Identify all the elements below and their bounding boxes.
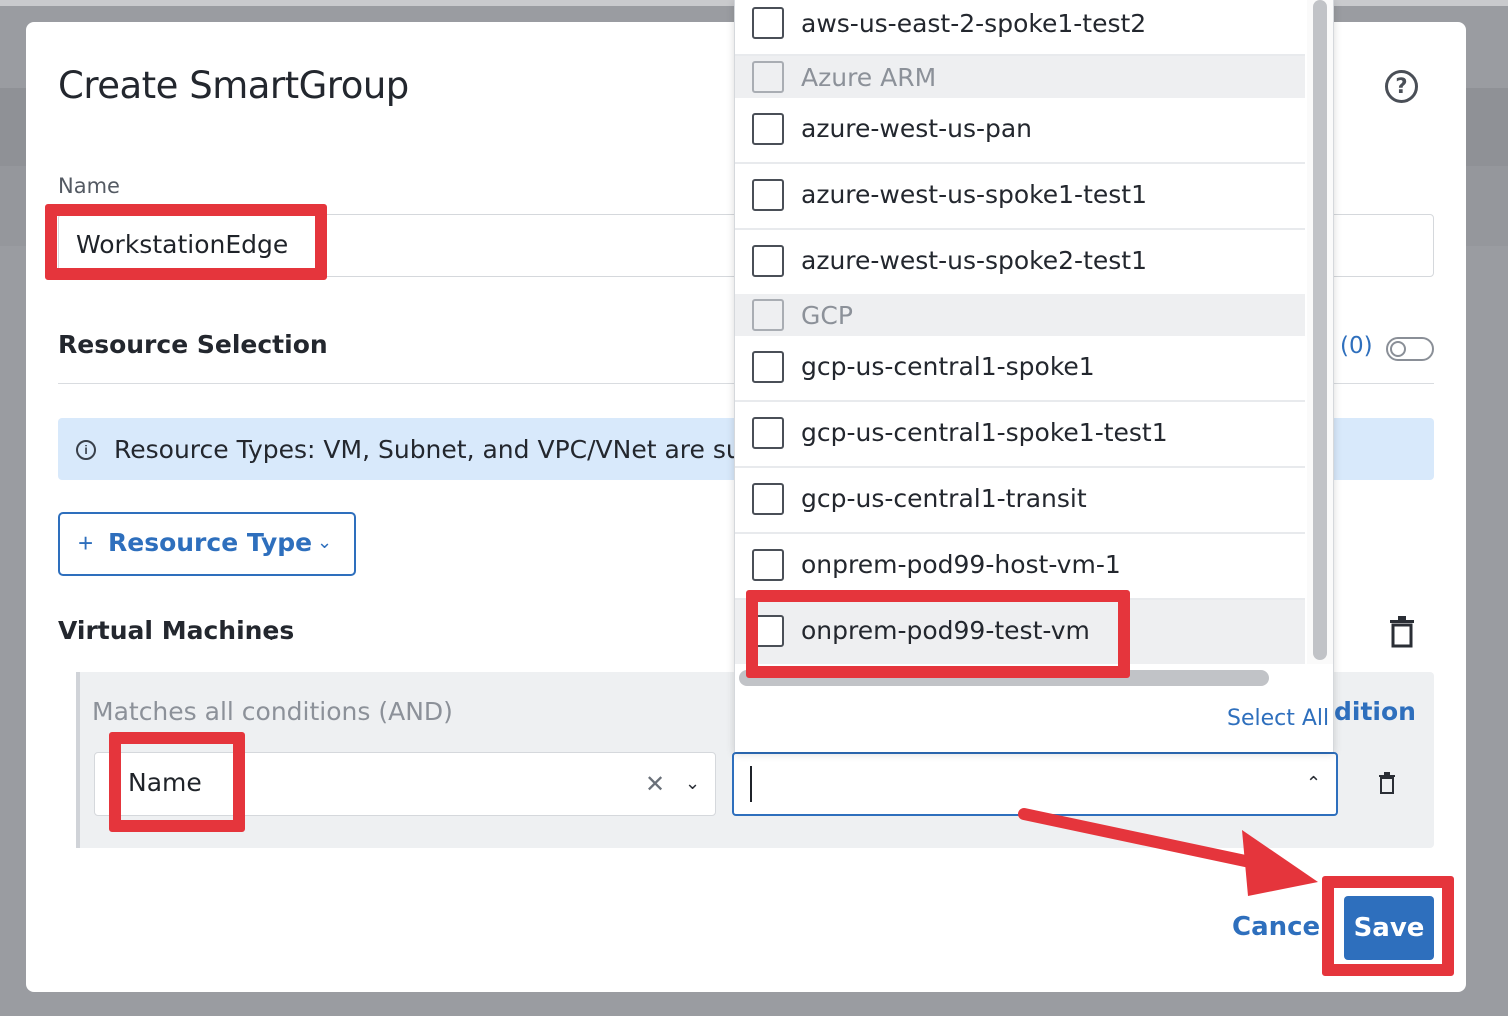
annotation-highlight-option (746, 590, 1130, 678)
checkbox[interactable] (752, 61, 784, 93)
option-label: aws-us-east-2-spoke1-test2 (801, 9, 1147, 38)
checkbox[interactable] (752, 351, 784, 383)
chevron-down-icon[interactable]: ⌄ (263, 621, 280, 646)
checkbox[interactable] (752, 113, 784, 145)
annotation-highlight-field (109, 732, 245, 832)
question-circle-icon[interactable]: ? (1385, 70, 1418, 103)
option-label: azure-west-us-spoke1-test1 (801, 180, 1147, 209)
annotation-highlight-name-input (45, 204, 327, 280)
clear-icon[interactable]: ✕ (645, 770, 665, 799)
cancel-button[interactable]: Cancel (1232, 912, 1329, 942)
checkbox[interactable] (752, 483, 784, 515)
option-label: gcp-us-central1-spoke1-test1 (801, 418, 1168, 447)
dropdown-option[interactable]: gcp-us-central1-spoke1 (735, 336, 1305, 402)
option-label: onprem-pod99-host-vm-1 (801, 550, 1121, 579)
text-caret (750, 766, 752, 802)
resource-selection-count: (0) (1340, 333, 1373, 359)
dropdown-option[interactable]: gcp-us-central1-transit (735, 468, 1305, 534)
checkbox[interactable] (752, 245, 784, 277)
group-label: GCP (801, 301, 853, 330)
resource-selection-title: Resource Selection (58, 330, 328, 359)
dropdown-option[interactable]: azure-west-us-pan (735, 98, 1305, 164)
dropdown-options-list: aws-us-east-2-spoke1-test2 Azure ARM azu… (735, 0, 1305, 664)
resource-selection-toggle[interactable] (1386, 337, 1434, 361)
checkbox[interactable] (752, 417, 784, 449)
modal-title: Create SmartGroup (58, 64, 409, 107)
dropdown-option[interactable]: azure-west-us-spoke1-test1 (735, 164, 1305, 230)
checkbox[interactable] (752, 299, 784, 331)
trash-icon[interactable] (1388, 616, 1416, 648)
dropdown-group-header[interactable]: GCP (735, 294, 1305, 336)
option-label: gcp-us-central1-transit (801, 484, 1087, 513)
annotation-highlight-save (1322, 876, 1454, 976)
checkbox[interactable] (752, 179, 784, 211)
checkbox[interactable] (752, 7, 784, 39)
dropdown-option[interactable]: azure-west-us-spoke2-test1 (735, 230, 1305, 296)
vertical-scrollbar[interactable] (1313, 0, 1327, 660)
select-all-link[interactable]: Select All (1227, 706, 1329, 731)
chevron-up-icon[interactable]: ⌃ (1306, 773, 1321, 794)
virtual-machines-title[interactable]: Virtual Machines (58, 616, 294, 645)
group-label: Azure ARM (801, 63, 937, 92)
dropdown-option[interactable]: aws-us-east-2-spoke1-test2 (735, 0, 1305, 56)
chevron-down-icon: ⌄ (317, 532, 333, 552)
option-label: gcp-us-central1-spoke1 (801, 352, 1095, 381)
info-banner-text: Resource Types: VM, Subnet, and VPC/VNet… (114, 435, 789, 464)
plus-icon: + (78, 528, 94, 558)
option-label: azure-west-us-spoke2-test1 (801, 246, 1147, 275)
dropdown-group-header[interactable]: Azure ARM (735, 56, 1305, 98)
condition-group-bar (76, 672, 80, 848)
option-label: azure-west-us-pan (801, 114, 1033, 143)
trash-icon[interactable] (1378, 772, 1396, 794)
info-circle-icon: i (76, 440, 96, 460)
add-condition-link[interactable]: dition (1334, 697, 1416, 726)
matches-all-label: Matches all conditions (AND) (92, 697, 453, 726)
resource-type-label: Resource Type (108, 528, 313, 557)
chevron-down-icon[interactable]: ⌄ (685, 773, 700, 794)
name-label: Name (58, 174, 120, 198)
checkbox[interactable] (752, 549, 784, 581)
condition-value-select[interactable] (732, 752, 1338, 816)
dropdown-option[interactable]: gcp-us-central1-spoke1-test1 (735, 402, 1305, 468)
toggle-knob (1390, 341, 1406, 357)
